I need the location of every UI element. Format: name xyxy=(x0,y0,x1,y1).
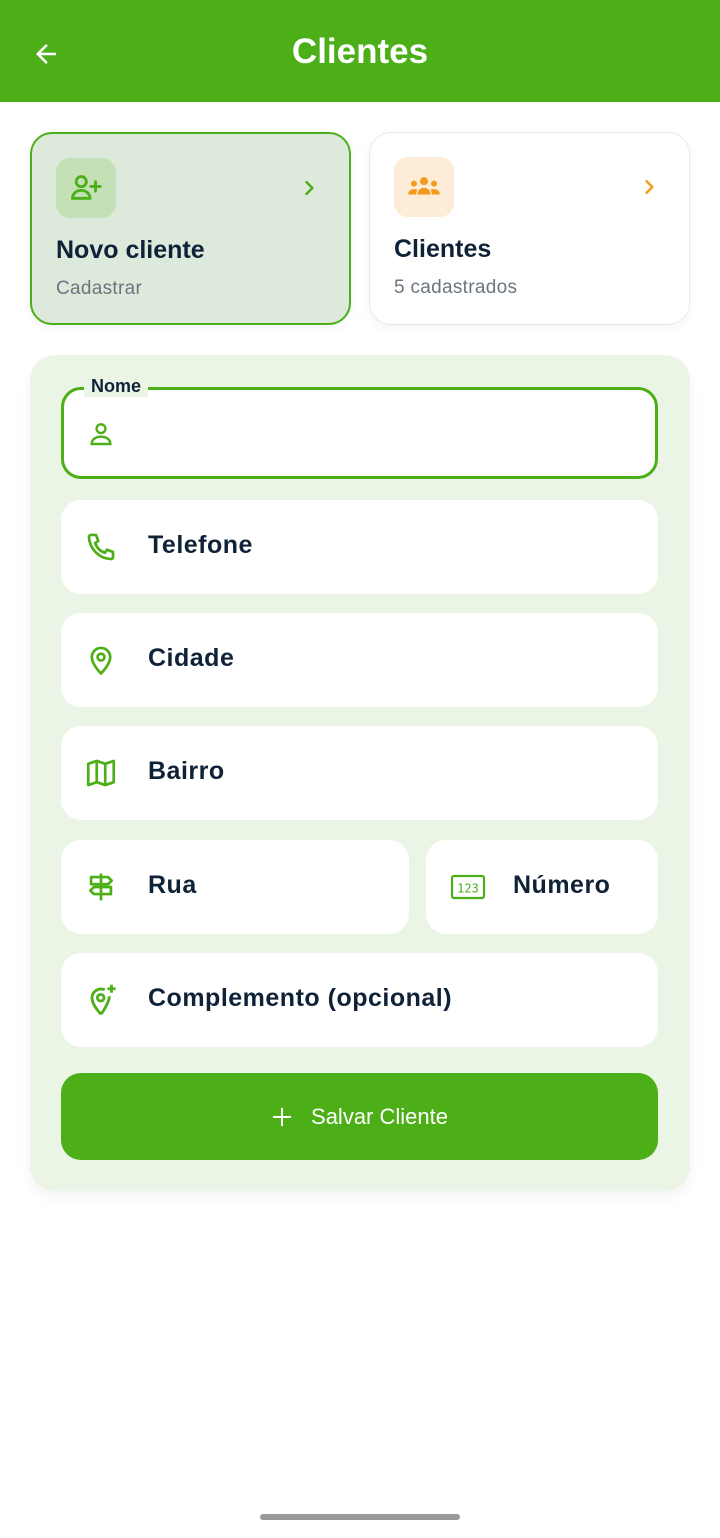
page-title: Clientes xyxy=(291,32,429,71)
add-location-icon xyxy=(83,982,119,1018)
new-client-card[interactable]: Novo cliente Cadastrar xyxy=(30,132,351,325)
location-pin-icon xyxy=(83,642,119,678)
person-add-icon xyxy=(71,175,102,200)
complement-field-label: Complemento (opcional) xyxy=(148,984,453,1012)
name-field-label: Nome xyxy=(84,376,149,397)
card-subtitle: 5 cadastrados xyxy=(394,277,518,298)
numbers-123-icon: 123 xyxy=(448,869,488,905)
card-subtitle: Cadastrar xyxy=(56,278,143,299)
number-field-label: Número xyxy=(513,871,611,899)
app-bar: Clientes xyxy=(0,0,720,102)
name-field[interactable]: Nome xyxy=(61,376,658,479)
group-icon xyxy=(408,177,440,195)
card-title: Clientes xyxy=(394,235,492,263)
plus-icon xyxy=(272,1107,292,1126)
home-indicator[interactable] xyxy=(260,1514,460,1520)
neighborhood-field[interactable]: Bairro xyxy=(61,726,658,820)
street-field[interactable]: Rua xyxy=(61,840,409,934)
city-field-label: Cidade xyxy=(148,644,235,672)
card-title: Novo cliente xyxy=(56,236,205,264)
chevron-right-icon xyxy=(305,180,314,196)
save-client-button[interactable]: Salvar Cliente xyxy=(61,1073,658,1160)
person-icon xyxy=(83,416,119,452)
neighborhood-field-label: Bairro xyxy=(148,757,225,785)
signpost-icon xyxy=(83,869,119,905)
svg-text:123: 123 xyxy=(457,882,479,896)
complement-field[interactable]: Complemento (opcional) xyxy=(61,953,658,1047)
city-field[interactable]: Cidade xyxy=(61,613,658,707)
chevron-right-icon xyxy=(645,179,654,195)
group-icon-tile xyxy=(394,157,454,217)
client-form: Nome Telefone Cidade Bairro Rua 123 Núme… xyxy=(30,355,690,1191)
person-add-icon-tile xyxy=(56,158,116,218)
map-icon xyxy=(83,755,119,791)
phone-field-label: Telefone xyxy=(148,531,253,559)
phone-icon xyxy=(83,529,119,565)
number-field[interactable]: 123 Número xyxy=(426,840,658,934)
clients-card[interactable]: Clientes 5 cadastrados xyxy=(369,132,690,325)
phone-field[interactable]: Telefone xyxy=(61,500,658,594)
save-button-label: Salvar Cliente xyxy=(311,1103,448,1129)
street-field-label: Rua xyxy=(148,871,197,899)
